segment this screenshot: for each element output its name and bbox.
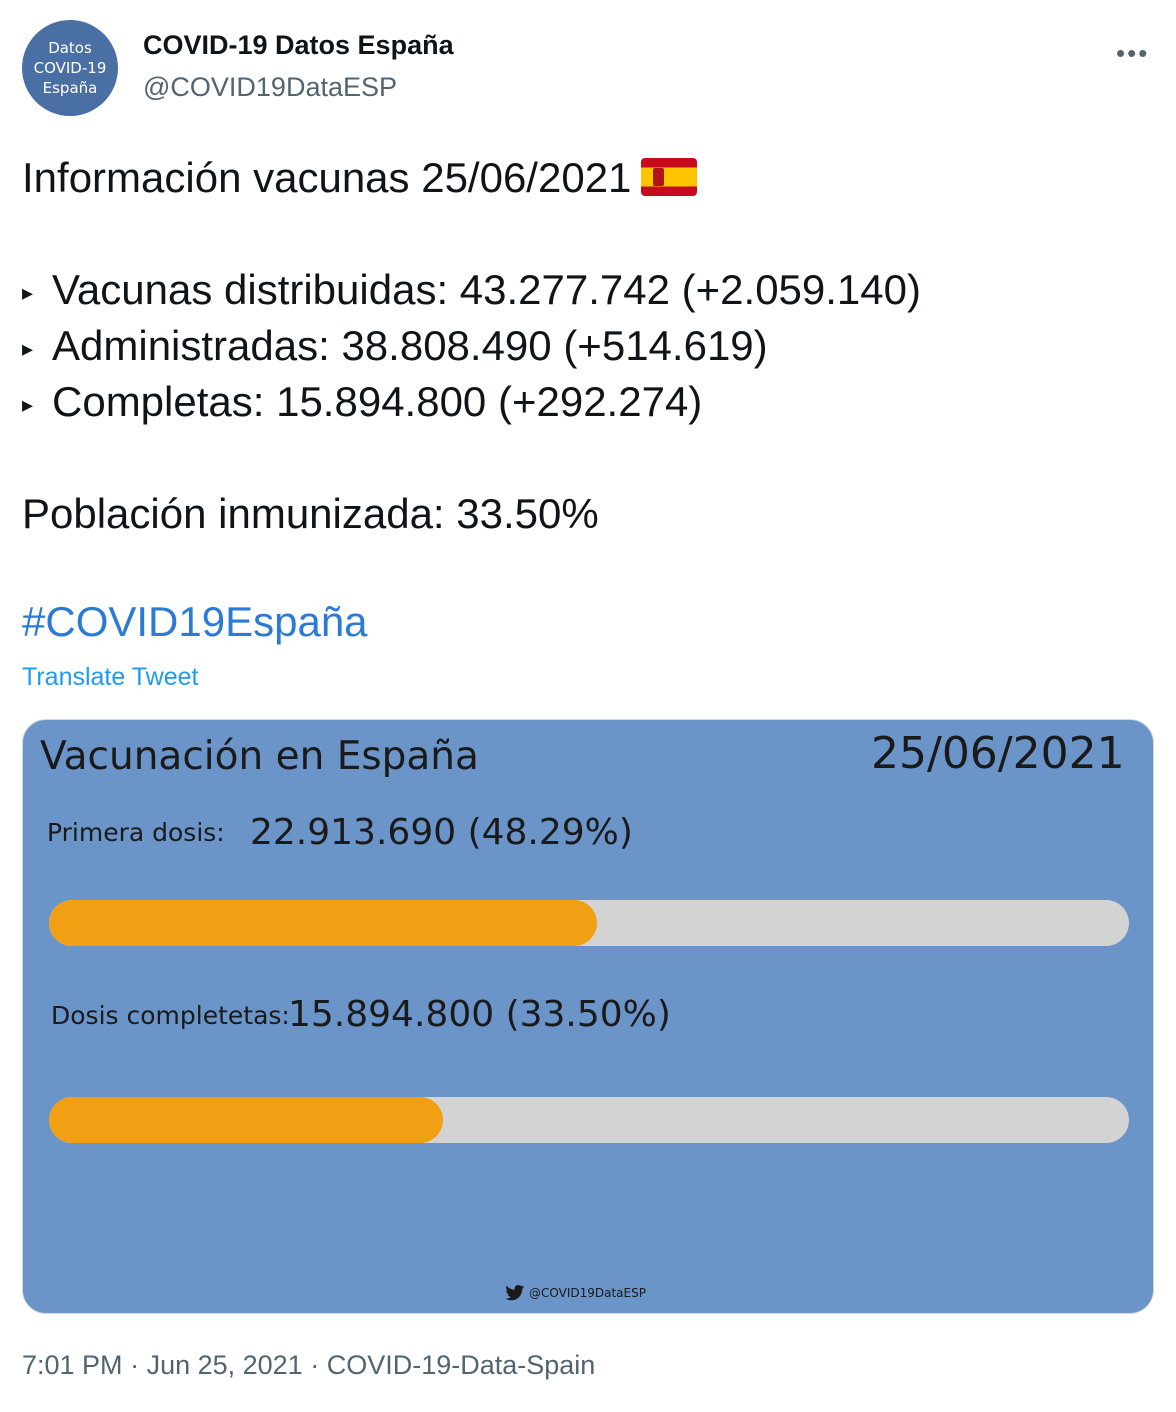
first-dose-progress-bar (49, 900, 1129, 946)
tweet-heading: Información vacunas 25/06/2021 (22, 154, 632, 201)
complete-dose-value: 15.894.800 (33.50%) (288, 994, 671, 1035)
bullet-icon: ▸ (22, 279, 34, 305)
avatar-line: COVID-19 (33, 59, 107, 77)
stat-distribuidas: Vacunas distribuidas: 43.277.742 (+2.059… (52, 266, 921, 313)
first-dose-value: 22.913.690 (48.29%) (250, 812, 633, 853)
card-title: Vacunación en España (40, 734, 479, 779)
tweet-footer: 7:01 PM · Jun 25, 2021 · COVID-19-Data-S… (22, 1350, 595, 1381)
complete-dose-progress-fill (49, 1097, 444, 1143)
tweet-time[interactable]: 7:01 PM (22, 1350, 123, 1380)
bullet-icon: ▸ (22, 391, 34, 417)
first-dose-progress-fill (49, 900, 597, 946)
separator: · (122, 1350, 147, 1380)
vaccination-image-card[interactable]: Vacunación en España 25/06/2021 Primera … (22, 719, 1154, 1314)
display-name[interactable]: COVID-19 Datos España (143, 30, 454, 61)
card-watermark: @COVID19DataESP (505, 1285, 646, 1301)
separator: · (302, 1350, 327, 1380)
stat-administradas: Administradas: 38.808.490 (+514.619) (52, 322, 768, 369)
avatar-line: España (42, 79, 98, 97)
stat-line: ▸ Vacunas distribuidas: 43.277.742 (+2.05… (22, 262, 1142, 318)
spain-flag-icon (641, 157, 698, 196)
translate-tweet-link[interactable]: Translate Tweet (22, 663, 198, 692)
stat-line: ▸ Administradas: 38.808.490 (+514.619) (22, 318, 1142, 374)
tweet-source[interactable]: COVID-19-Data-Spain (327, 1350, 596, 1380)
first-dose-label: Primera dosis: (47, 818, 225, 847)
more-options-icon[interactable]: ••• (1116, 38, 1149, 69)
hashtag-link[interactable]: #COVID19España (22, 598, 368, 646)
avatar-line: Datos (48, 39, 92, 57)
tweet-heading-line: Información vacunas 25/06/2021 (22, 150, 1142, 206)
avatar[interactable]: Datos COVID-19 España (22, 20, 118, 116)
stat-line: ▸ Completas: 15.894.800 (+292.274) (22, 374, 1142, 430)
card-date: 25/06/2021 (871, 728, 1125, 779)
bullet-icon: ▸ (22, 335, 34, 361)
complete-dose-progress-bar (49, 1097, 1129, 1143)
user-handle[interactable]: @COVID19DataESP (143, 72, 397, 103)
stat-completas: Completas: 15.894.800 (+292.274) (52, 378, 703, 425)
immunized-line: Población inmunizada: 33.50% (22, 490, 599, 537)
twitter-bird-icon (505, 1285, 525, 1301)
tweet-text: Información vacunas 25/06/2021 ▸ Vacunas … (22, 150, 1142, 542)
complete-dose-label: Dosis completetas: (51, 1001, 290, 1030)
tweet-date[interactable]: Jun 25, 2021 (147, 1350, 303, 1380)
watermark-text: @COVID19DataESP (529, 1286, 646, 1300)
